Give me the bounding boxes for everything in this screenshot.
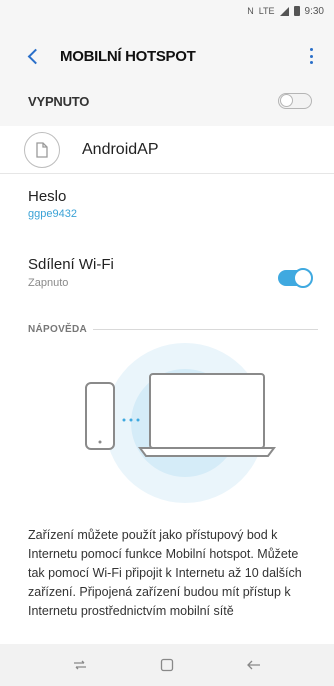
- network-type-label: LTE: [258, 6, 275, 16]
- network-name: AndroidAP: [82, 140, 159, 158]
- hotspot-illustration: [0, 338, 334, 508]
- navigation-bar: [0, 644, 334, 686]
- home-icon[interactable]: [152, 650, 182, 680]
- recents-icon[interactable]: [65, 650, 95, 680]
- password-value: ggpe9432: [28, 208, 77, 220]
- nfc-icon: N: [247, 6, 254, 16]
- hotspot-master-switch-row[interactable]: VYPNUTO: [0, 82, 334, 120]
- wifi-sharing-row[interactable]: Sdílení Wi-Fi Zapnuto: [0, 250, 334, 306]
- toggle-knob: [293, 268, 313, 288]
- app-header: MOBILNÍ HOTSPOT: [0, 36, 334, 76]
- wifi-sharing-toggle[interactable]: [278, 268, 313, 288]
- back-arrow-icon[interactable]: [24, 46, 44, 66]
- wifi-sharing-title: Sdílení Wi-Fi: [28, 256, 114, 273]
- hotspot-master-toggle[interactable]: [278, 93, 312, 109]
- settings-card: AndroidAP Heslo ggpe9432 Sdílení Wi-Fi Z…: [0, 126, 334, 674]
- more-vert-icon[interactable]: [310, 48, 314, 64]
- back-icon[interactable]: [239, 650, 269, 680]
- help-description: Zařízení můžete použít jako přístupový b…: [28, 528, 302, 618]
- password-row[interactable]: Heslo ggpe9432: [0, 182, 334, 240]
- edit-network-icon[interactable]: [24, 131, 60, 168]
- toggle-knob: [280, 94, 293, 107]
- wifi-sharing-status: Zapnuto: [28, 277, 69, 289]
- network-name-row[interactable]: AndroidAP: [0, 126, 334, 174]
- battery-icon: [293, 6, 300, 16]
- help-heading-divider: [93, 328, 318, 330]
- status-time: 9:30: [304, 5, 324, 17]
- help-heading-label: NÁPOVĚDA: [28, 323, 88, 335]
- help-section-heading: NÁPOVĚDA: [28, 322, 318, 336]
- page-title: MOBILNÍ HOTSPOT: [60, 47, 196, 65]
- status-bar: N LTE 9:30: [0, 0, 334, 22]
- password-title: Heslo: [28, 188, 67, 205]
- signal-icon: [279, 6, 289, 16]
- hotspot-state-label: VYPNUTO: [28, 93, 90, 109]
